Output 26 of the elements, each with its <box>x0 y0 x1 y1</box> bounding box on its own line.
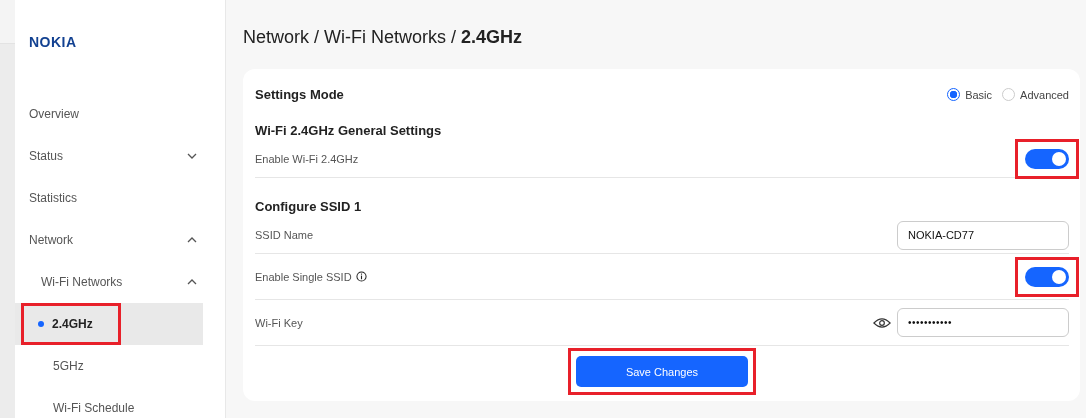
sidebar-item[interactable]: Overview <box>15 93 203 135</box>
save-button[interactable]: Save Changes <box>576 356 748 387</box>
radio-button[interactable] <box>947 88 961 101</box>
toggle-switch[interactable] <box>1025 266 1069 287</box>
sidebar-item[interactable]: Network <box>15 219 203 261</box>
sidebar-item[interactable]: Statistics <box>15 177 203 219</box>
sidebar-item[interactable]: Wi-Fi Networks <box>15 261 203 303</box>
nokia-logo: NOKIA <box>29 34 77 50</box>
eye-icon[interactable] <box>873 316 891 329</box>
sidebar-item[interactable]: Wi-Fi Schedule <box>24 390 149 418</box>
field-label: Wi-Fi Key <box>255 316 303 329</box>
input-field[interactable]: NOKIA-CD77 <box>897 220 1069 250</box>
field-label: SSID Name <box>255 229 314 241</box>
sidebar-item[interactable]: Status <box>15 135 203 177</box>
section-title: Wi-Fi 2.4GHz General Settings <box>255 123 443 140</box>
radio-label: Basic <box>965 88 993 101</box>
toggle-switch[interactable] <box>1025 149 1069 169</box>
field-label: Enable Single SSID <box>255 270 352 283</box>
sidebar-item[interactable]: 5GHz <box>24 348 98 384</box>
section-title: Settings Mode <box>255 87 344 102</box>
breadcrumb: Network / Wi-Fi Networks / 2.4GHz <box>243 27 524 48</box>
section-title: Configure SSID 1 <box>255 199 363 216</box>
password-field[interactable]: ••••••••••• <box>897 308 1069 337</box>
field-label: Enable Wi-Fi 2.4GHz <box>255 153 359 165</box>
radio-label: Advanced <box>1020 88 1069 101</box>
info-icon[interactable] <box>355 271 367 282</box>
